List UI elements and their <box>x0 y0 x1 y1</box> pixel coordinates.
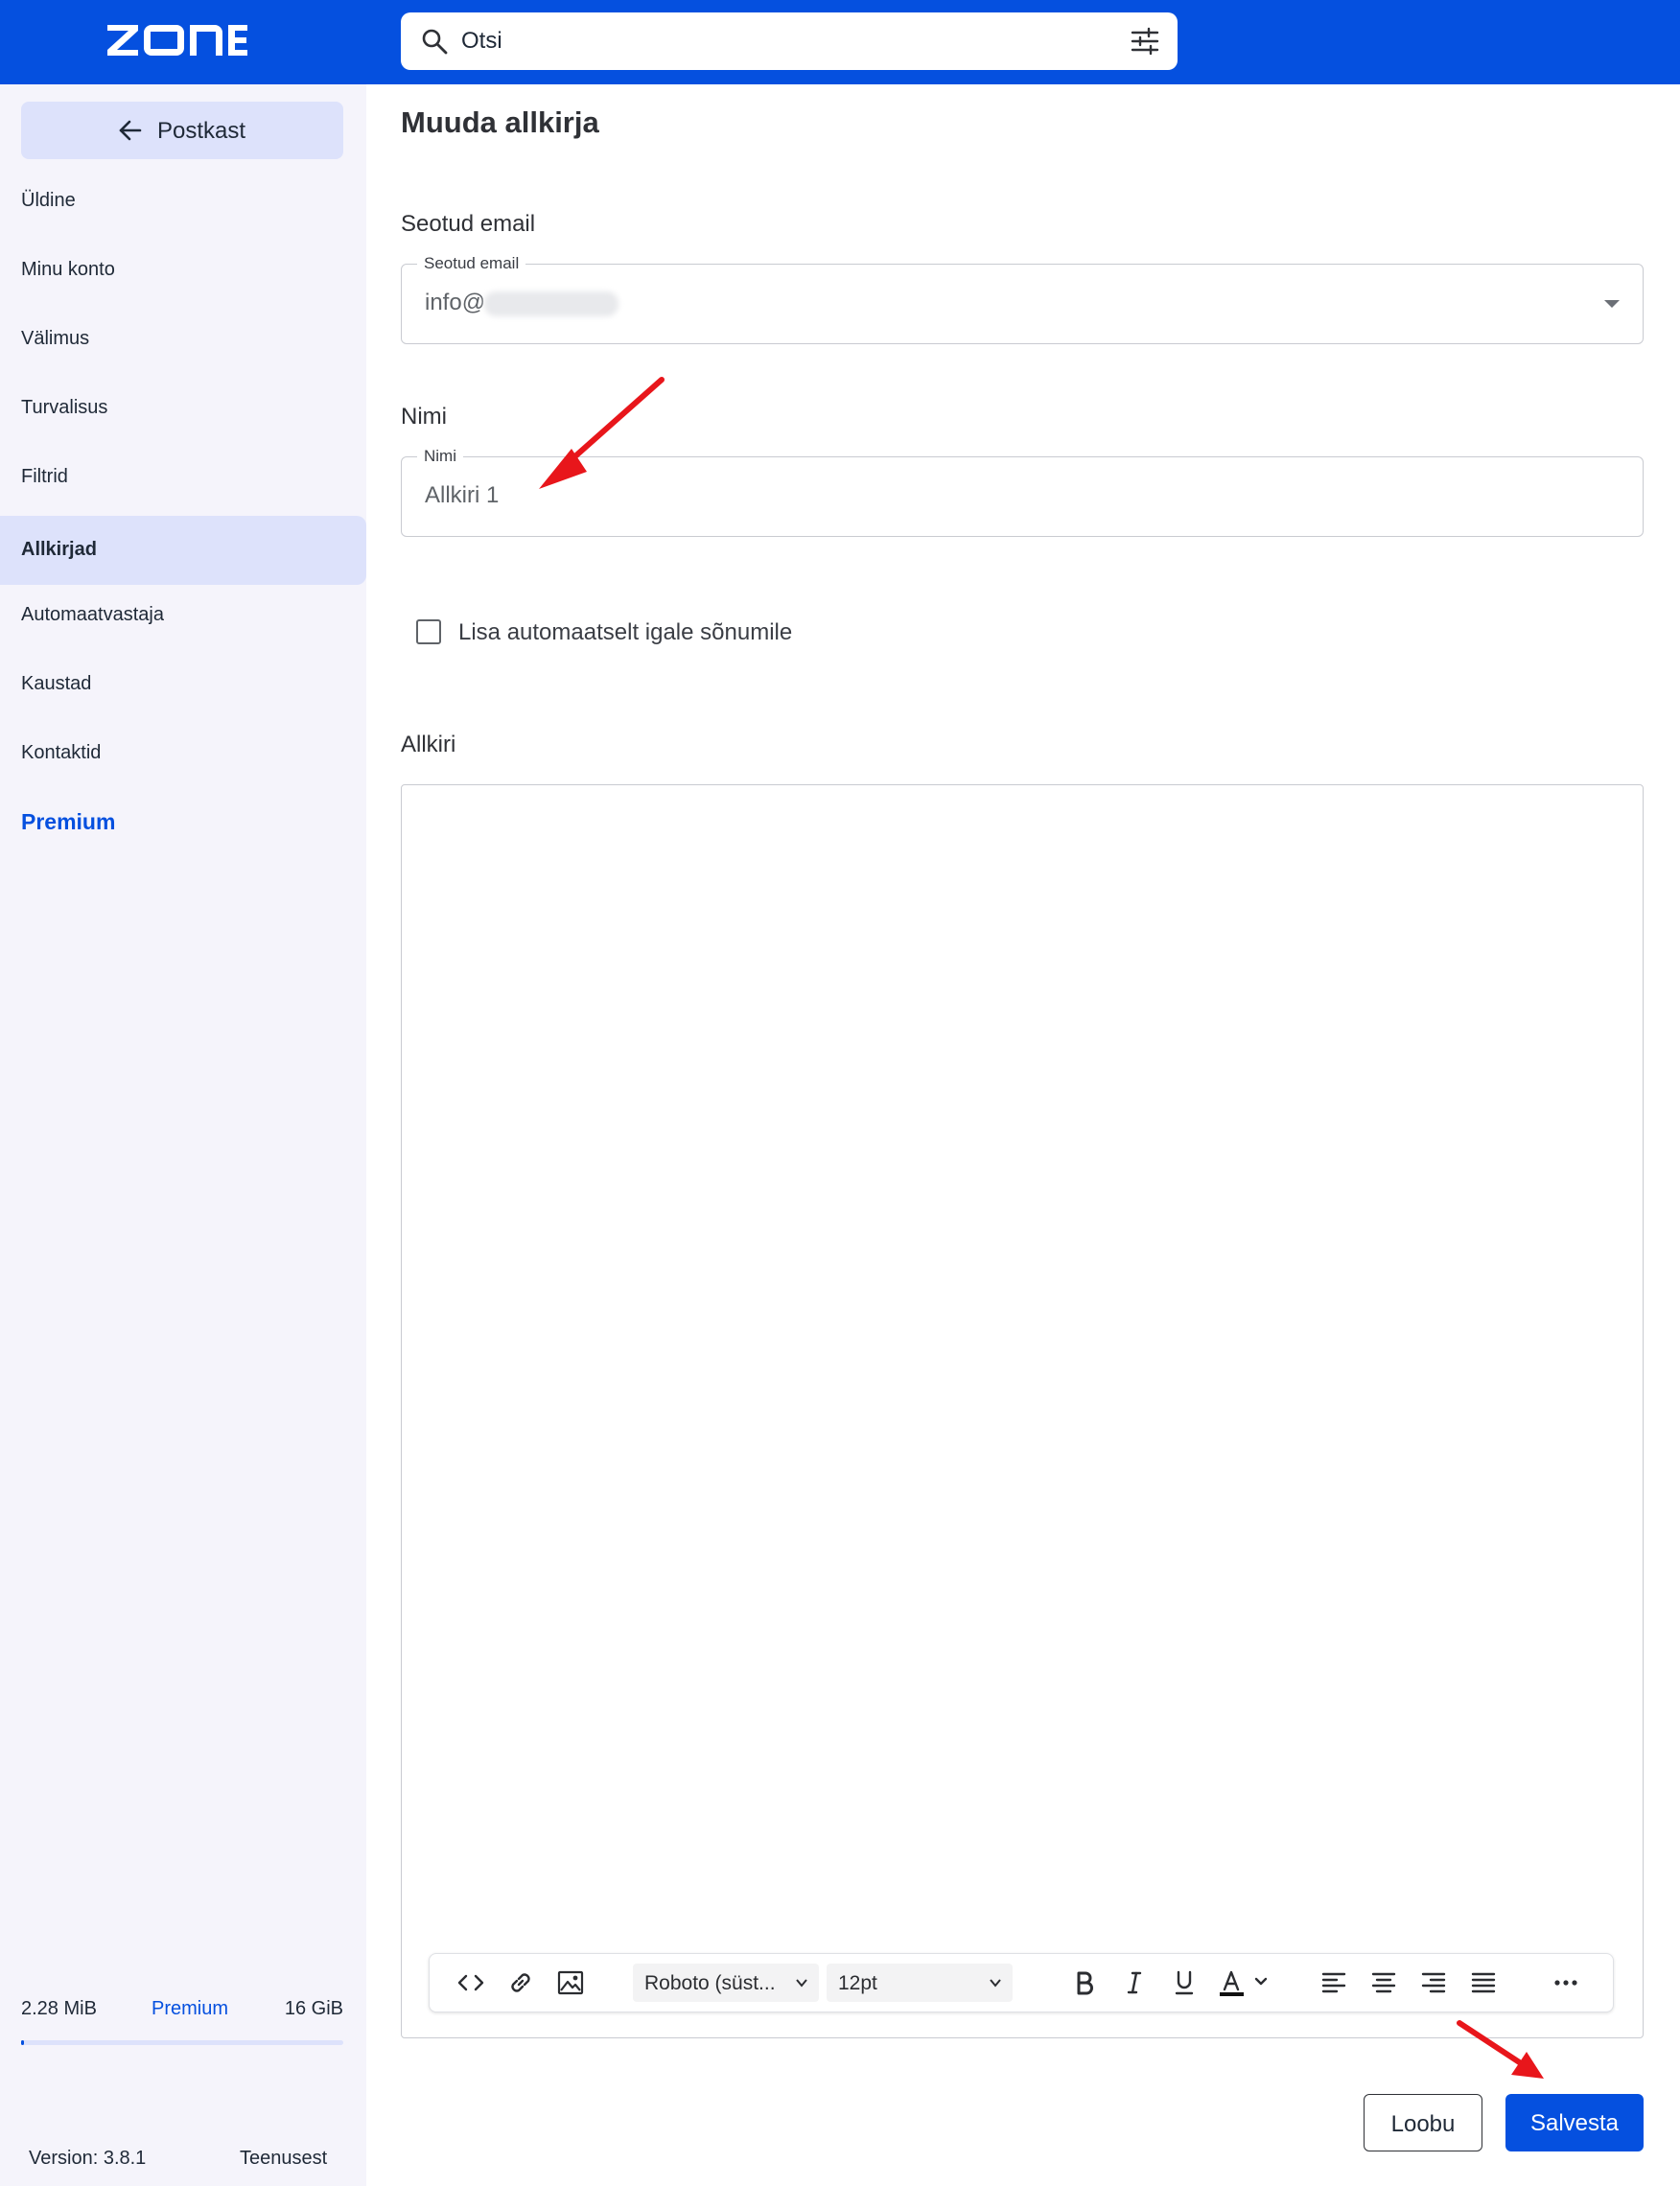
storage-progress-fill <box>21 2040 25 2045</box>
back-to-inbox-button[interactable]: Postkast <box>21 102 343 159</box>
sidebar-item-label: Filtrid <box>21 466 68 487</box>
sidebar-item-label: Turvalisus <box>21 397 108 418</box>
sidebar-item-general[interactable]: Üldine <box>0 167 366 236</box>
name-section-label: Nimi <box>401 404 447 430</box>
sidebar-item-label: Allkirjad <box>21 539 97 560</box>
underline-icon[interactable] <box>1170 1968 1199 1997</box>
sidebar-item-signatures[interactable]: Allkirjad <box>0 516 366 585</box>
name-input-value[interactable]: Allkiri 1 <box>425 482 499 509</box>
sidebar-item-security[interactable]: Turvalisus <box>0 374 366 443</box>
align-center-icon[interactable] <box>1369 1968 1398 1997</box>
sidebar-item-label: Kaustad <box>21 673 92 694</box>
font-size-select[interactable]: 12pt <box>827 1964 1013 2002</box>
auto-add-label: Lisa automaatselt igale sõnumile <box>458 619 793 645</box>
linked-email-value: info@ <box>425 290 486 315</box>
align-justify-icon[interactable] <box>1469 1968 1498 1997</box>
signature-section-label: Allkiri <box>401 732 456 757</box>
sidebar-item-label: Premium <box>21 809 116 834</box>
dropdown-caret-icon <box>1604 300 1620 308</box>
search-bar[interactable]: Otsi <box>401 12 1178 70</box>
storage-progress-bar <box>21 2040 343 2045</box>
source-code-icon[interactable] <box>456 1968 485 1997</box>
text-color-icon[interactable] <box>1218 1968 1272 1997</box>
sidebar-item-filters[interactable]: Filtrid <box>0 443 366 512</box>
sidebar-item-label: Kontaktid <box>21 742 102 763</box>
settings-sidebar: Postkast Üldine Minu konto Välimus Turva… <box>0 84 366 2186</box>
save-button-label: Salvesta <box>1529 2110 1620 2136</box>
storage-plan-link[interactable]: Premium <box>152 1998 228 2020</box>
filter-options-icon[interactable] <box>1130 26 1160 57</box>
name-field-label: Nimi <box>417 447 463 466</box>
sidebar-item-label: Üldine <box>21 190 76 211</box>
search-icon <box>422 29 448 55</box>
font-size-value: 12pt <box>838 1972 877 1994</box>
sidebar-item-folders[interactable]: Kaustad <box>0 650 366 719</box>
storage-total: 16 GiB <box>284 1998 343 2019</box>
sidebar-item-label: Minu konto <box>21 259 115 280</box>
name-input[interactable]: Nimi Allkiri 1 <box>401 447 1644 537</box>
sidebar-item-appearance[interactable]: Välimus <box>0 305 366 374</box>
back-button-label: Postkast <box>157 118 246 144</box>
image-icon[interactable] <box>556 1968 585 1997</box>
arrow-left-icon <box>119 120 142 141</box>
bold-icon[interactable] <box>1070 1968 1099 1997</box>
search-input[interactable]: Otsi <box>461 28 502 55</box>
redacted-email-domain <box>484 291 618 316</box>
chevron-down-icon <box>796 1979 807 1988</box>
align-right-icon[interactable] <box>1419 1968 1448 1997</box>
storage-info: 2.28 MiB Premium 16 GiB <box>21 1998 343 2027</box>
linked-email-field-label: Seotud email <box>417 254 526 273</box>
auto-add-checkbox[interactable] <box>416 619 441 644</box>
terms-link[interactable]: Teenusest <box>240 2148 327 2170</box>
save-button[interactable]: Salvesta <box>1505 2094 1644 2151</box>
linked-email-select[interactable]: Seotud email info@ <box>401 254 1644 344</box>
italic-icon[interactable] <box>1120 1968 1149 1997</box>
sidebar-item-label: Välimus <box>21 328 90 349</box>
sidebar-item-contacts[interactable]: Kontaktid <box>0 719 366 788</box>
cancel-button-label: Loobu <box>1390 2111 1456 2137</box>
chevron-down-icon <box>990 1979 1001 1988</box>
cancel-button[interactable]: Loobu <box>1364 2094 1482 2151</box>
font-family-select[interactable]: Roboto (süst... <box>633 1964 819 2002</box>
sidebar-item-label: Automaatvastaja <box>21 604 164 625</box>
page-title: Muuda allkirja <box>401 105 599 139</box>
editor-toolbar: Roboto (süst... 12pt <box>429 1953 1614 2012</box>
sidebar-item-premium[interactable]: Premium <box>0 788 366 857</box>
align-left-icon[interactable] <box>1319 1968 1348 1997</box>
link-icon[interactable] <box>506 1968 535 1997</box>
top-bar: Otsi <box>0 0 1680 84</box>
linked-email-section-label: Seotud email <box>401 211 536 237</box>
sidebar-item-my-account[interactable]: Minu konto <box>0 236 366 305</box>
app-version: Version: 3.8.1 <box>29 2148 147 2169</box>
zone-logo[interactable] <box>105 23 249 58</box>
signature-editor[interactable]: Roboto (süst... 12pt <box>401 784 1644 2038</box>
font-family-value: Roboto (süst... <box>644 1972 776 1994</box>
sidebar-item-autoresponder[interactable]: Automaatvastaja <box>0 581 366 650</box>
storage-used: 2.28 MiB <box>21 1998 97 2019</box>
more-options-icon[interactable] <box>1552 1968 1580 1997</box>
